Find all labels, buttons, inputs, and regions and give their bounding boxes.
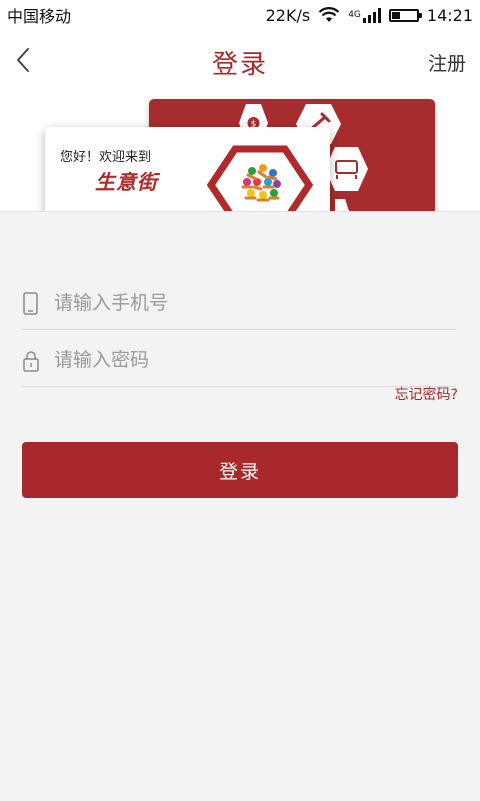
welcome-card: 您好！欢迎来到 生意街	[45, 127, 330, 211]
wifi-icon	[318, 7, 340, 22]
login-button[interactable]: 登录	[22, 442, 458, 498]
sofa-icon	[325, 147, 368, 191]
password-input[interactable]	[52, 343, 456, 377]
phone-icon	[23, 292, 38, 315]
login-form: 忘记密码? 登录	[0, 211, 480, 801]
signal-icon	[362, 7, 381, 23]
promo-banner: $ 您好！欢迎来到 生意街	[0, 90, 480, 211]
lock-icon	[23, 351, 39, 372]
clock: 14:21	[426, 5, 473, 25]
network-speed: 22K/s	[265, 5, 311, 25]
status-bar: 中国移动 22K/s 4G 14:21	[0, 0, 480, 30]
battery-icon	[388, 8, 422, 22]
password-field	[22, 329, 456, 387]
phone-field	[22, 272, 456, 330]
phone-input[interactable]	[52, 286, 456, 320]
nav-bar: 登录 注册	[0, 30, 480, 90]
page-title: 登录	[211, 50, 268, 80]
forgot-password-link[interactable]: 忘记密码?	[395, 384, 458, 404]
status-right: 22K/s 4G 14:21	[266, 6, 480, 25]
carrier-name: 中国移动	[7, 7, 72, 26]
battery-level	[391, 11, 400, 19]
network-type-label: 4G	[348, 9, 361, 20]
people-logo-icon	[206, 145, 314, 211]
register-button[interactable]: 注册	[428, 49, 466, 76]
